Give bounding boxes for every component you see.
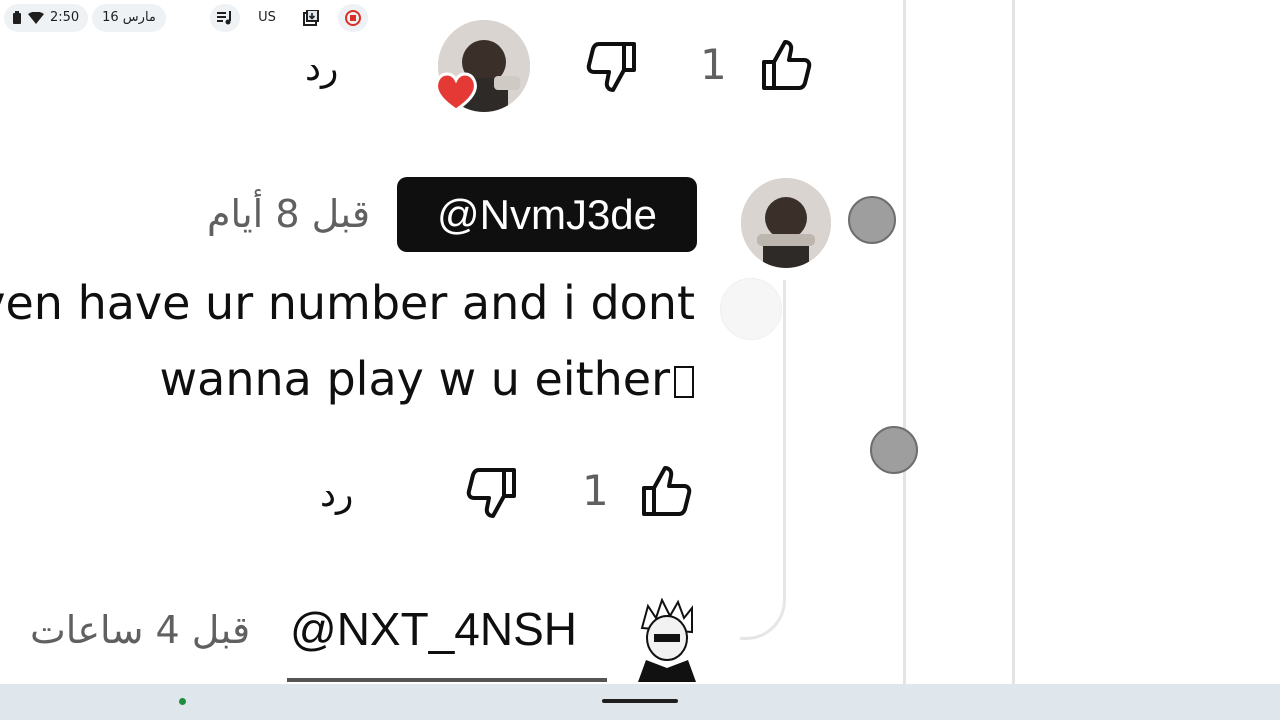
like-icon[interactable] <box>638 462 694 520</box>
ime-menu-button[interactable]: US <box>250 4 284 32</box>
touch-indicator <box>848 196 896 244</box>
date-label: 16 مارس <box>102 10 156 25</box>
comment-timestamp: قبل 8 أيام <box>207 192 371 236</box>
comment-text-line1: ven have ur number and i dont <box>0 276 695 330</box>
heart-icon <box>432 68 480 112</box>
like-icon[interactable] <box>758 36 814 94</box>
commenter-avatar-next[interactable] <box>628 598 706 682</box>
dislike-icon[interactable] <box>464 464 520 522</box>
thread-line-right <box>903 0 906 684</box>
screenshot-tray-button[interactable] <box>296 4 326 32</box>
reply-button[interactable]: رد <box>320 474 353 515</box>
wifi-icon <box>28 12 44 24</box>
comment-username[interactable]: @NXT_4NSH <box>290 602 577 656</box>
ime-label: US <box>258 10 276 25</box>
media-controls-button[interactable] <box>210 4 240 32</box>
commenter-avatar[interactable] <box>741 178 831 268</box>
stop-recording-button[interactable] <box>338 4 368 32</box>
screenshot-icon <box>303 10 319 26</box>
record-stop-icon <box>345 10 361 26</box>
missing-glyph-box <box>674 366 694 398</box>
dislike-icon[interactable] <box>584 38 640 96</box>
like-count: 1 <box>700 40 727 89</box>
status-dot <box>179 698 186 705</box>
battery-icon <box>12 11 22 25</box>
like-count: 1 <box>582 466 609 515</box>
touch-ripple <box>720 278 782 340</box>
home-gesture-bar[interactable] <box>602 699 678 703</box>
music-queue-icon <box>217 11 233 25</box>
reply-button[interactable]: رد <box>305 48 338 89</box>
status-tray[interactable]: 2:50 <box>4 4 88 32</box>
thread-line-far-right <box>1012 0 1015 684</box>
comment-timestamp: قبل 4 ساعات <box>30 608 251 652</box>
clock: 2:50 <box>50 10 80 25</box>
mention-username-chip[interactable]: @NvmJ3de <box>397 177 697 252</box>
comment-text-line2: wanna play w u either <box>159 352 670 406</box>
touch-indicator-2 <box>870 426 918 474</box>
date-tray[interactable]: 16 مارس <box>92 4 166 32</box>
scroll-indicator <box>287 678 607 682</box>
